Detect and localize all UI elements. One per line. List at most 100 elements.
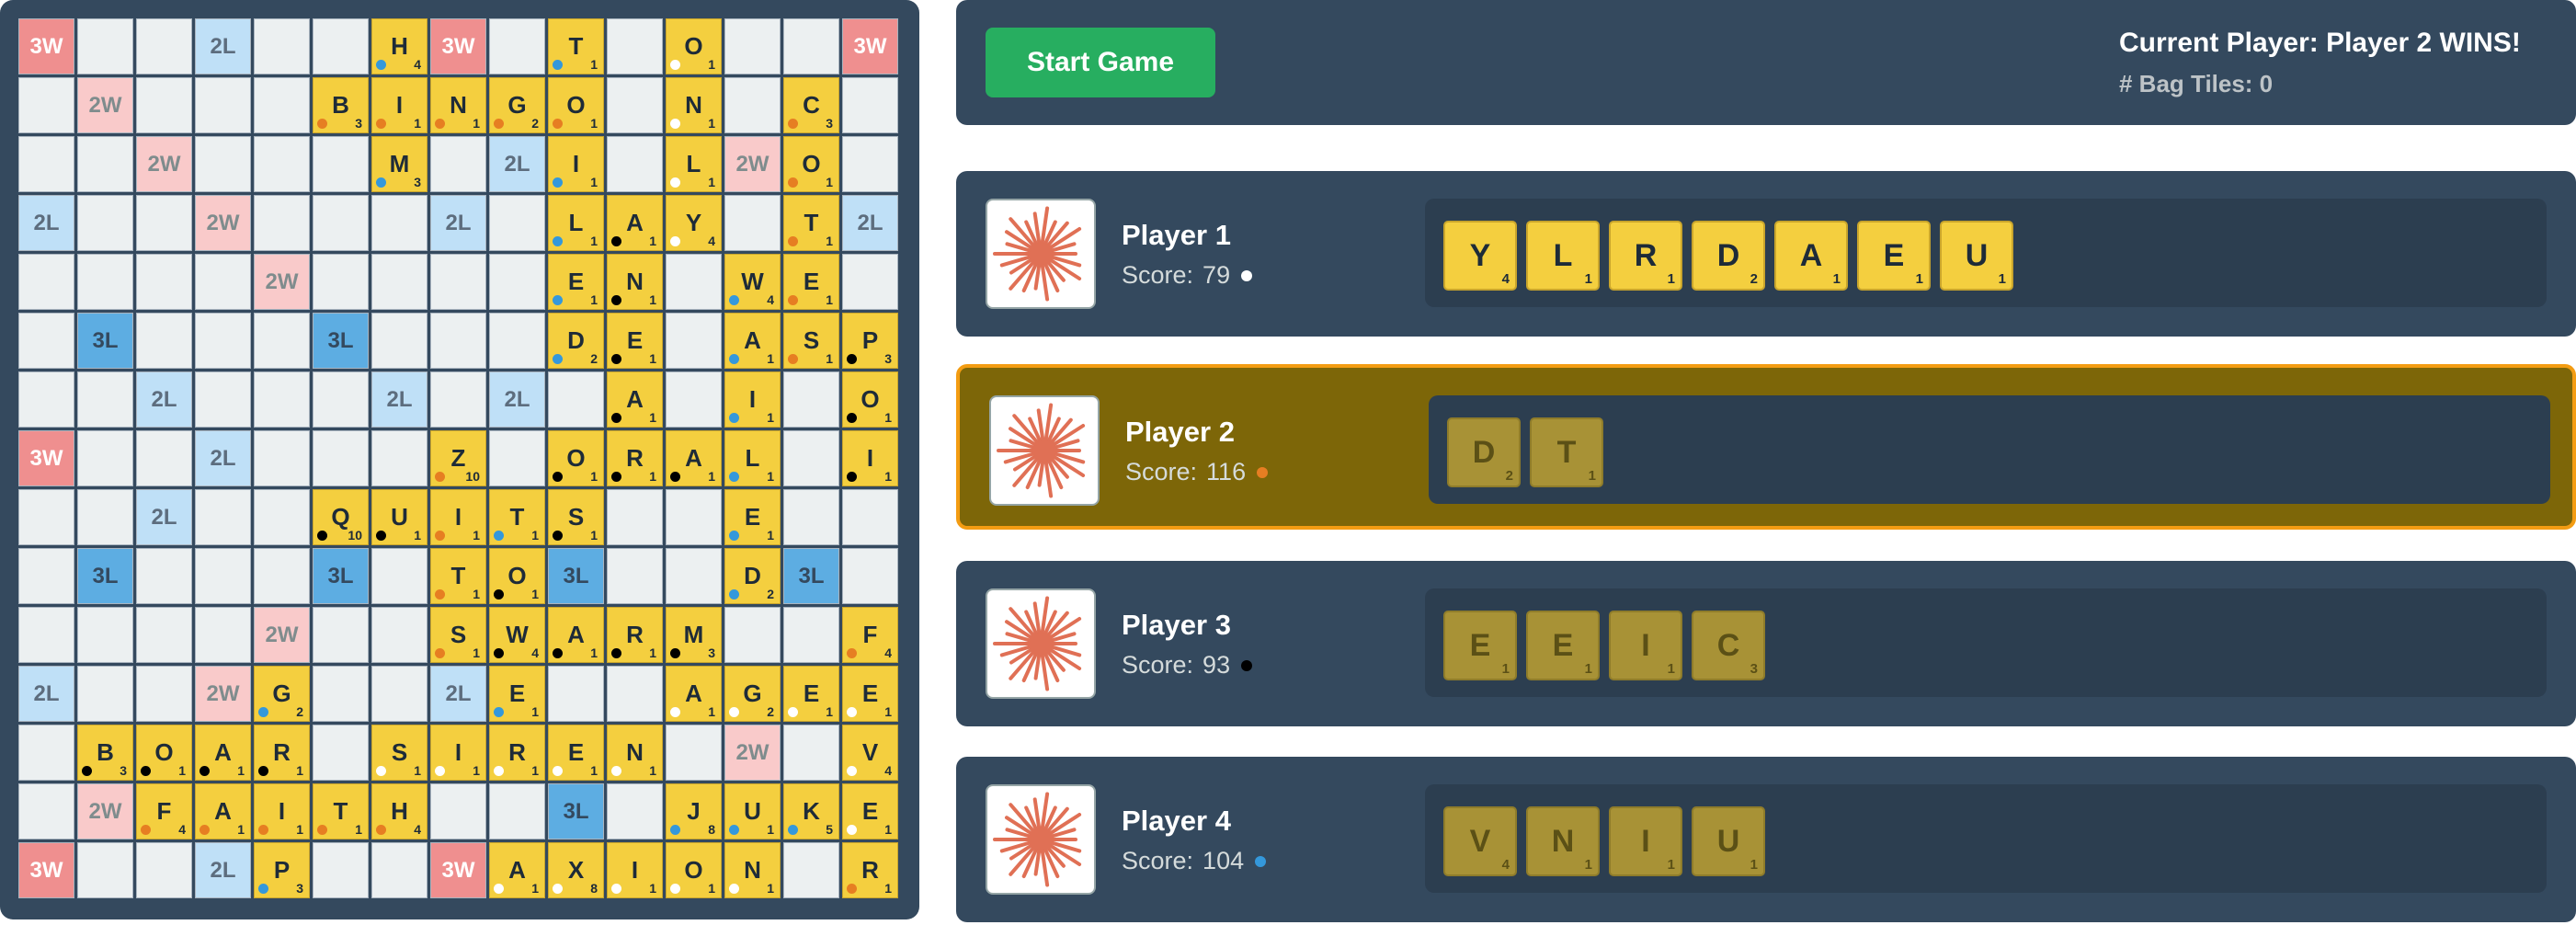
board-square[interactable] bbox=[842, 548, 898, 604]
board-square[interactable] bbox=[783, 725, 839, 781]
premium-square[interactable]: 2L bbox=[195, 18, 251, 74]
board-tile[interactable]: L1 bbox=[666, 136, 722, 192]
board-square[interactable] bbox=[77, 607, 133, 663]
rack-tile[interactable]: I1 bbox=[1609, 611, 1682, 680]
board-square[interactable] bbox=[18, 77, 74, 133]
board-square[interactable] bbox=[783, 842, 839, 898]
board-square[interactable] bbox=[136, 842, 192, 898]
board-square[interactable] bbox=[489, 18, 545, 74]
board-square[interactable] bbox=[18, 254, 74, 310]
rack-tile[interactable]: A1 bbox=[1774, 221, 1848, 291]
board-square[interactable] bbox=[783, 18, 839, 74]
board-square[interactable] bbox=[430, 371, 486, 428]
board-tile[interactable]: E1 bbox=[548, 254, 604, 310]
board-square[interactable] bbox=[136, 77, 192, 133]
board-tile[interactable]: O1 bbox=[136, 725, 192, 781]
board-tile[interactable]: A1 bbox=[548, 607, 604, 663]
board-tile[interactable]: G2 bbox=[254, 666, 310, 722]
board-square[interactable] bbox=[607, 489, 663, 545]
board-tile[interactable]: S1 bbox=[430, 607, 486, 663]
premium-square[interactable]: 3W bbox=[430, 842, 486, 898]
board-tile[interactable]: B3 bbox=[313, 77, 369, 133]
board-tile[interactable]: O1 bbox=[842, 371, 898, 428]
premium-square[interactable]: 3W bbox=[18, 18, 74, 74]
rack-tile[interactable]: I1 bbox=[1609, 806, 1682, 876]
premium-square[interactable]: 2W bbox=[254, 254, 310, 310]
board-square[interactable] bbox=[842, 136, 898, 192]
board-tile[interactable]: R1 bbox=[607, 430, 663, 486]
board-tile[interactable]: O1 bbox=[666, 18, 722, 74]
board-square[interactable] bbox=[607, 77, 663, 133]
board-tile[interactable]: A1 bbox=[666, 666, 722, 722]
board-tile[interactable]: A1 bbox=[724, 313, 781, 369]
rack-tile[interactable]: U1 bbox=[1940, 221, 2013, 291]
board-tile[interactable]: W4 bbox=[724, 254, 781, 310]
board-square[interactable] bbox=[607, 783, 663, 839]
premium-square[interactable]: 3L bbox=[548, 783, 604, 839]
start-game-button[interactable]: Start Game bbox=[986, 28, 1215, 97]
board-tile[interactable]: T1 bbox=[313, 783, 369, 839]
board-tile[interactable]: O1 bbox=[783, 136, 839, 192]
board-square[interactable] bbox=[195, 77, 251, 133]
board-square[interactable] bbox=[18, 548, 74, 604]
board-square[interactable] bbox=[666, 254, 722, 310]
board-square[interactable] bbox=[666, 489, 722, 545]
board-square[interactable] bbox=[77, 195, 133, 251]
board-square[interactable] bbox=[430, 254, 486, 310]
board-square[interactable] bbox=[489, 254, 545, 310]
board-tile[interactable]: R1 bbox=[607, 607, 663, 663]
board-tile[interactable]: E1 bbox=[607, 313, 663, 369]
board-square[interactable] bbox=[489, 783, 545, 839]
board-square[interactable] bbox=[607, 136, 663, 192]
board-tile[interactable]: O1 bbox=[666, 842, 722, 898]
board-square[interactable] bbox=[724, 77, 781, 133]
board-tile[interactable]: K5 bbox=[783, 783, 839, 839]
board-square[interactable] bbox=[18, 371, 74, 428]
board-square[interactable] bbox=[430, 313, 486, 369]
rack-tile[interactable]: T1 bbox=[1530, 417, 1603, 487]
board-square[interactable] bbox=[783, 430, 839, 486]
board-tile[interactable]: N1 bbox=[430, 77, 486, 133]
board-square[interactable] bbox=[195, 371, 251, 428]
premium-square[interactable]: 3W bbox=[430, 18, 486, 74]
premium-square[interactable]: 3L bbox=[77, 313, 133, 369]
premium-square[interactable]: 2L bbox=[195, 430, 251, 486]
rack-tile[interactable]: C3 bbox=[1692, 611, 1765, 680]
board-square[interactable] bbox=[430, 136, 486, 192]
premium-square[interactable]: 3L bbox=[783, 548, 839, 604]
board-square[interactable] bbox=[195, 136, 251, 192]
premium-square[interactable]: 2L bbox=[18, 195, 74, 251]
board-square[interactable] bbox=[18, 313, 74, 369]
board-square[interactable] bbox=[666, 371, 722, 428]
board-square[interactable] bbox=[724, 195, 781, 251]
board-square[interactable] bbox=[607, 548, 663, 604]
premium-square[interactable]: 2W bbox=[77, 77, 133, 133]
board-square[interactable] bbox=[313, 607, 369, 663]
board-square[interactable] bbox=[371, 254, 427, 310]
board-tile[interactable]: V4 bbox=[842, 725, 898, 781]
board-square[interactable] bbox=[77, 18, 133, 74]
premium-square[interactable]: 2L bbox=[430, 195, 486, 251]
board-tile[interactable]: E1 bbox=[724, 489, 781, 545]
board-square[interactable] bbox=[254, 489, 310, 545]
premium-square[interactable]: 2L bbox=[18, 666, 74, 722]
board-square[interactable] bbox=[371, 195, 427, 251]
board-tile[interactable]: R1 bbox=[842, 842, 898, 898]
board-square[interactable] bbox=[371, 548, 427, 604]
board-tile[interactable]: T1 bbox=[548, 18, 604, 74]
board-square[interactable] bbox=[18, 725, 74, 781]
board-tile[interactable]: P3 bbox=[842, 313, 898, 369]
board-square[interactable] bbox=[313, 371, 369, 428]
board-tile[interactable]: I1 bbox=[430, 725, 486, 781]
board-square[interactable] bbox=[254, 430, 310, 486]
board-square[interactable] bbox=[195, 489, 251, 545]
board-square[interactable] bbox=[666, 548, 722, 604]
board-tile[interactable]: N1 bbox=[607, 725, 663, 781]
board-square[interactable] bbox=[783, 371, 839, 428]
board-square[interactable] bbox=[371, 666, 427, 722]
board-tile[interactable]: O1 bbox=[548, 77, 604, 133]
board-square[interactable] bbox=[195, 607, 251, 663]
board-square[interactable] bbox=[136, 313, 192, 369]
premium-square[interactable]: 2L bbox=[842, 195, 898, 251]
board-square[interactable] bbox=[313, 254, 369, 310]
